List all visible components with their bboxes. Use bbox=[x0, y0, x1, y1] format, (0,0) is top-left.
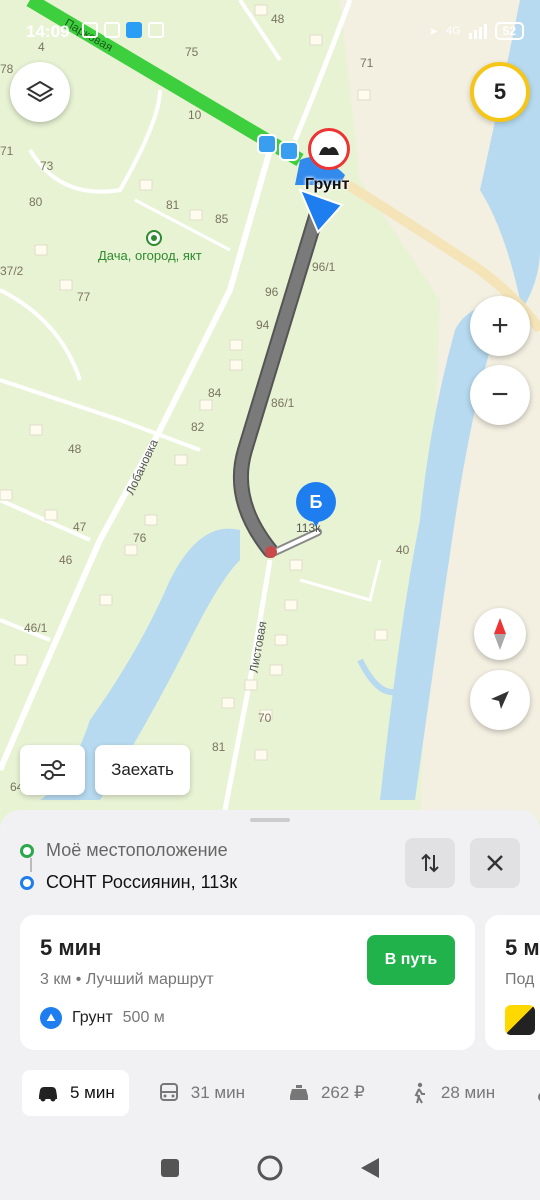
house-number: 70 bbox=[258, 711, 272, 725]
route-to[interactable]: СОНТ Россиянин, 113к bbox=[20, 872, 237, 893]
house-number: 76 bbox=[133, 531, 147, 545]
route-card-hazard-distance: 500 м bbox=[122, 1009, 165, 1026]
house-number: 86/1 bbox=[271, 396, 295, 410]
mode-taxi-label: 262 ₽ bbox=[320, 1083, 365, 1102]
status-bar: 14:09 ➤ 4G 52 bbox=[0, 0, 540, 52]
go-button[interactable]: В путь bbox=[367, 935, 455, 985]
triangle-back-icon bbox=[361, 1157, 379, 1178]
speed-limit-badge: 5 bbox=[470, 62, 530, 122]
house-number: 37/2 bbox=[0, 264, 24, 278]
house-number: 78 bbox=[0, 62, 14, 76]
battery-indicator: 52 bbox=[494, 22, 524, 40]
poi-label[interactable]: Дача, огород, якт bbox=[98, 248, 202, 263]
drive-in-button[interactable]: Заехать bbox=[95, 745, 190, 795]
house-number: 81 bbox=[212, 740, 226, 754]
notification-icon bbox=[126, 22, 142, 38]
mode-bus-label: 31 мин bbox=[190, 1083, 245, 1102]
walk-icon bbox=[414, 1082, 425, 1104]
house-number: 85 bbox=[215, 212, 229, 226]
compass-icon bbox=[494, 618, 506, 650]
house-number: 84 bbox=[208, 386, 222, 400]
recents-button[interactable] bbox=[155, 1153, 185, 1183]
zoom-in-button[interactable]: + bbox=[470, 296, 530, 356]
route-card-alt[interactable]: 5 м Под bbox=[485, 915, 540, 1050]
house-number: 10 bbox=[188, 108, 202, 122]
signal-icon bbox=[468, 23, 487, 39]
route-card-hazard: ⛰ Грунт 500 м bbox=[40, 1007, 165, 1029]
house-number: 46 bbox=[59, 553, 73, 567]
house-number: 71 bbox=[360, 56, 374, 70]
mode-taxi[interactable]: 262 ₽ bbox=[273, 1070, 379, 1116]
taxi-icon bbox=[289, 1085, 308, 1100]
bus-icon bbox=[159, 1083, 178, 1101]
destination-pin[interactable]: Б bbox=[296, 482, 336, 527]
zoom-out-button[interactable]: − bbox=[470, 365, 530, 425]
house-number: 40 bbox=[396, 543, 410, 557]
origin-dot-icon bbox=[20, 843, 34, 858]
house-number: 47 bbox=[73, 520, 87, 534]
house-number: 71 bbox=[0, 144, 14, 158]
status-time: 14:09 bbox=[26, 22, 70, 41]
house-number: 48 bbox=[68, 442, 82, 456]
square-icon bbox=[161, 1158, 179, 1177]
mode-walk-label: 28 мин bbox=[440, 1083, 496, 1102]
house-number: 46/1 bbox=[24, 621, 48, 635]
mode-car[interactable]: 5 мин bbox=[22, 1070, 129, 1116]
road-hazard-label: Грунт bbox=[305, 176, 350, 193]
taxi-logo-icon bbox=[505, 1005, 535, 1035]
route-card-hazard-label: Грунт bbox=[72, 1009, 113, 1026]
mode-walk[interactable]: 28 мин bbox=[393, 1070, 509, 1116]
house-number: 96/1 bbox=[312, 260, 336, 274]
route-from-label: Моё местоположение bbox=[46, 840, 228, 860]
house-number: 80 bbox=[29, 195, 43, 209]
swap-icon bbox=[421, 853, 439, 873]
swap-route-button[interactable] bbox=[405, 838, 455, 888]
sheet-grabber[interactable] bbox=[250, 818, 290, 822]
house-number: 96 bbox=[265, 285, 279, 299]
route-card[interactable]: 5 мин 3 км • Лучший маршрут ⛰ Грунт 500 … bbox=[20, 915, 475, 1050]
route-card-alt-time: 5 м bbox=[505, 935, 540, 960]
notification-icons bbox=[82, 22, 164, 38]
house-number: 94 bbox=[256, 318, 270, 332]
mode-bike[interactable] bbox=[523, 1070, 540, 1116]
destination-dot-icon bbox=[20, 875, 34, 890]
notification-icon bbox=[104, 22, 120, 38]
transport-modes: 5 мин 31 мин 262 ₽ 28 мин bbox=[0, 1068, 540, 1118]
circle-icon bbox=[257, 1155, 283, 1180]
system-nav-bar bbox=[0, 1135, 540, 1200]
mode-bus[interactable]: 31 мин bbox=[143, 1070, 259, 1116]
close-icon bbox=[487, 855, 503, 871]
mode-car-label: 5 мин bbox=[70, 1083, 115, 1102]
compass-button[interactable] bbox=[474, 608, 526, 660]
road-hazard-icon[interactable] bbox=[308, 128, 350, 170]
route-card-alt-subtitle: Под bbox=[505, 971, 535, 988]
route-card-subtitle: 3 км • Лучший маршрут bbox=[40, 971, 214, 988]
notification-icon bbox=[148, 22, 164, 38]
sliders-icon bbox=[40, 760, 65, 780]
layers-button[interactable] bbox=[10, 62, 70, 122]
route-settings-button[interactable] bbox=[20, 745, 85, 795]
back-button[interactable] bbox=[355, 1153, 385, 1183]
house-number: 82 bbox=[191, 420, 205, 434]
house-number: 77 bbox=[77, 290, 91, 304]
navigation-arrow-icon bbox=[491, 691, 509, 709]
house-number: 73 bbox=[40, 159, 54, 173]
house-number: 81 bbox=[166, 198, 180, 212]
location-icon: ➤ bbox=[428, 25, 438, 38]
layers-icon bbox=[26, 80, 54, 103]
route-from[interactable]: Моё местоположение bbox=[20, 840, 228, 861]
road-hazard-icon: ⛰ bbox=[40, 1007, 62, 1029]
route-to-label: СОНТ Россиянин, 113к bbox=[46, 872, 238, 892]
notification-icon bbox=[82, 22, 98, 38]
status-right: ➤ 4G 52 bbox=[429, 22, 524, 40]
my-location-button[interactable] bbox=[470, 670, 530, 730]
network-label: 4G bbox=[445, 25, 461, 37]
car-icon bbox=[39, 1087, 57, 1102]
close-route-button[interactable] bbox=[470, 838, 520, 888]
route-sheet: Моё местоположение СОНТ Россиянин, 113к … bbox=[0, 810, 540, 1135]
destination-house-number: 113к bbox=[296, 521, 321, 535]
route-card-time: 5 мин bbox=[40, 935, 102, 960]
home-button[interactable] bbox=[255, 1153, 285, 1183]
